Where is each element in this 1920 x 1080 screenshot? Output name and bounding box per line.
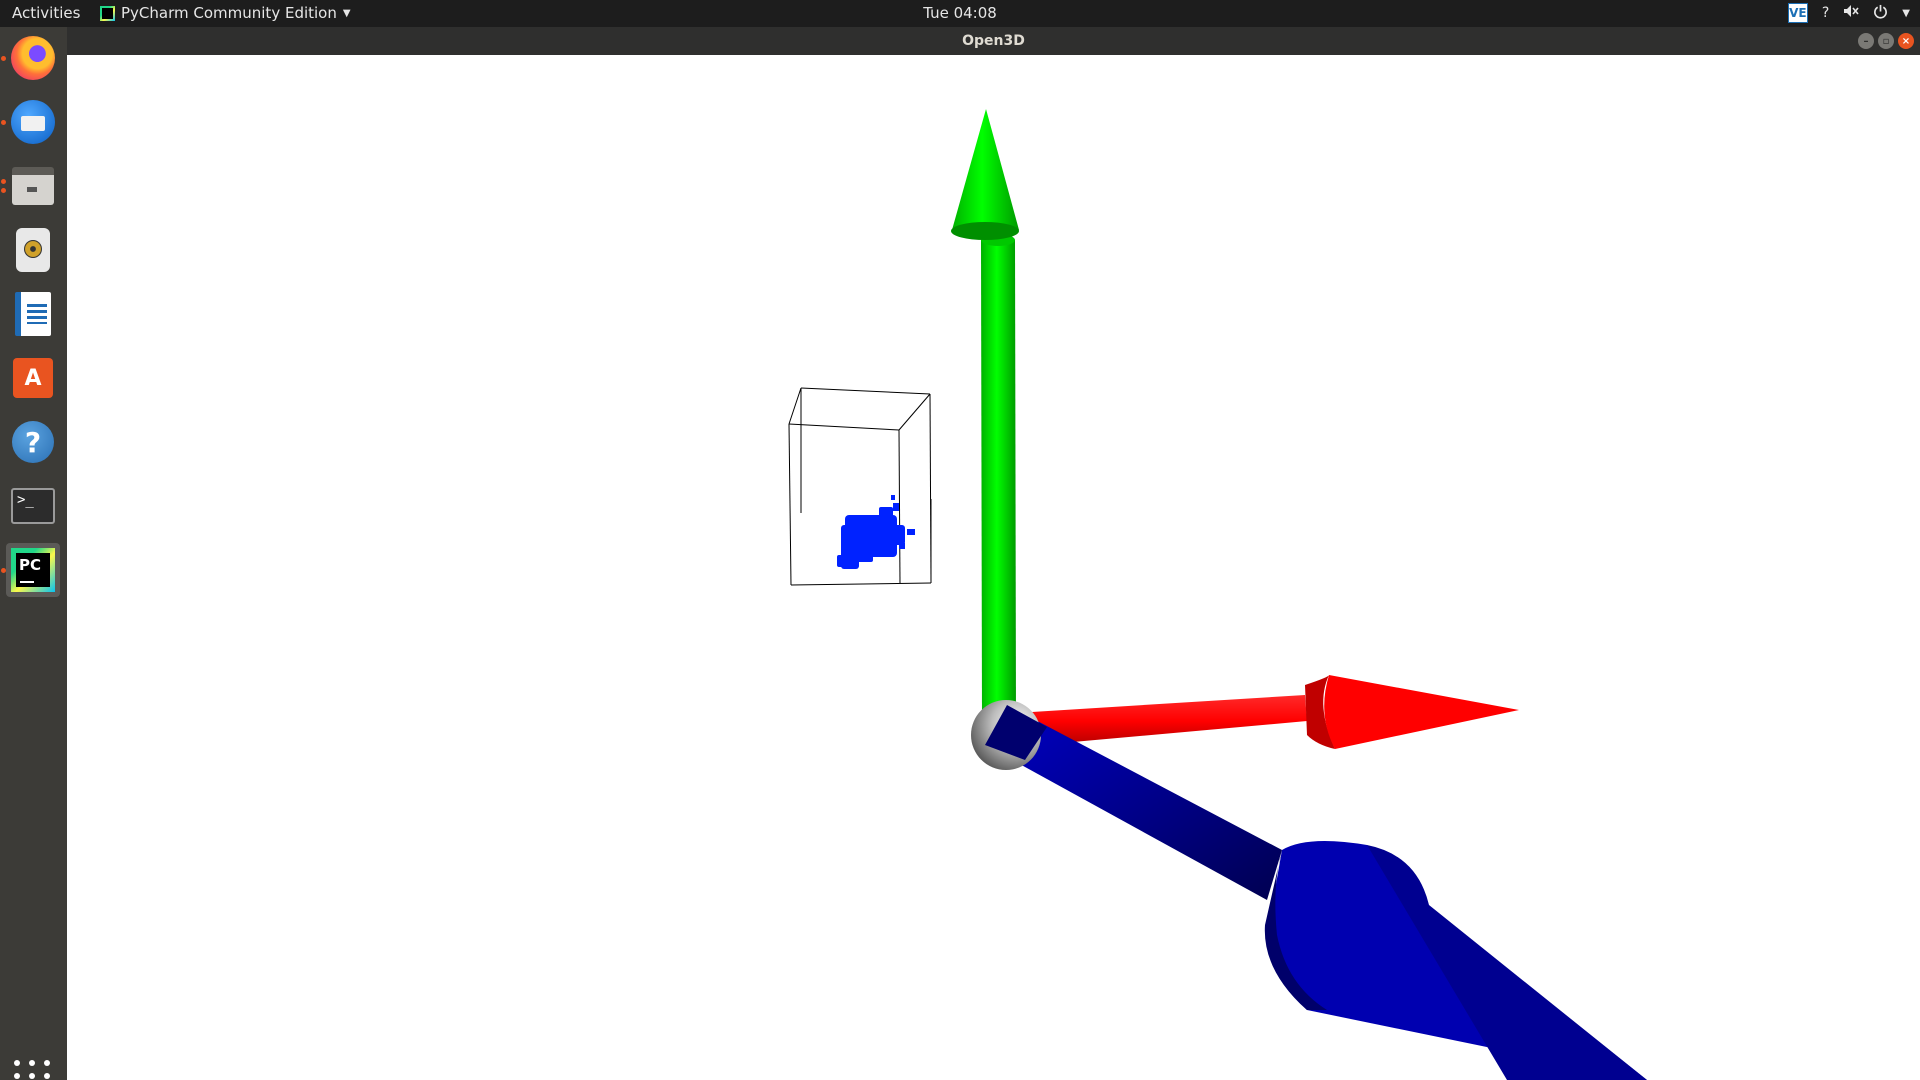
dock-item-software[interactable]: A bbox=[6, 351, 60, 405]
dock-item-pycharm[interactable]: PC bbox=[1, 543, 60, 597]
clock-label[interactable]: Tue 04:08 bbox=[923, 4, 997, 22]
pycharm-icon-label: PC bbox=[16, 553, 50, 587]
software-store-icon: A bbox=[13, 358, 53, 398]
x-axis-arrow bbox=[1015, 675, 1519, 749]
open3d-viewport[interactable] bbox=[67, 55, 1920, 1080]
volume-muted-icon[interactable] bbox=[1843, 4, 1859, 22]
running-indicator bbox=[1, 188, 6, 193]
power-icon[interactable] bbox=[1873, 4, 1888, 23]
maximize-button[interactable]: ▫ bbox=[1878, 33, 1894, 49]
app-menu[interactable]: PyCharm Community Edition ▼ bbox=[100, 4, 351, 22]
running-indicator bbox=[1, 120, 6, 125]
window-title-bar[interactable]: Open3D – ▫ × bbox=[67, 27, 1920, 55]
activities-button[interactable]: Activities bbox=[12, 4, 80, 22]
chevron-down-icon: ▼ bbox=[342, 7, 351, 19]
top-bar: Activities PyCharm Community Edition ▼ T… bbox=[0, 0, 1920, 27]
mail-icon bbox=[11, 100, 55, 144]
dock-item-terminal[interactable]: >_ bbox=[6, 479, 60, 533]
help-icon: ? bbox=[12, 421, 54, 463]
scene-canvas[interactable] bbox=[67, 55, 1920, 1080]
minimize-button[interactable]: – bbox=[1858, 33, 1874, 49]
show-applications-button[interactable] bbox=[14, 1057, 52, 1080]
music-icon bbox=[16, 228, 50, 272]
terminal-icon: >_ bbox=[11, 488, 55, 524]
close-button[interactable]: × bbox=[1898, 33, 1914, 49]
system-tray[interactable]: VE ? ▼ bbox=[1787, 3, 1910, 23]
z-axis-arrow bbox=[985, 705, 1647, 1080]
running-indicator bbox=[1, 56, 6, 61]
dock-item-files[interactable] bbox=[1, 159, 60, 213]
pycharm-icon bbox=[100, 5, 115, 21]
window-controls: – ▫ × bbox=[1858, 33, 1914, 49]
writer-icon bbox=[15, 292, 51, 336]
dock-item-help[interactable]: ? bbox=[6, 415, 60, 469]
dock: A ? >_ PC bbox=[0, 27, 67, 1080]
firefox-icon bbox=[11, 36, 55, 80]
window-title: Open3D bbox=[962, 33, 1025, 49]
running-indicator bbox=[1, 568, 6, 573]
point-cloud bbox=[837, 495, 915, 569]
y-axis-arrow bbox=[951, 109, 1019, 725]
files-icon bbox=[12, 167, 54, 205]
help-icon[interactable]: ? bbox=[1822, 5, 1829, 21]
vmware-icon[interactable]: VE bbox=[1787, 3, 1808, 23]
dock-item-thunderbird[interactable] bbox=[1, 95, 60, 149]
chevron-down-icon[interactable]: ▼ bbox=[1902, 8, 1910, 19]
pycharm-icon: PC bbox=[11, 548, 55, 592]
dock-item-firefox[interactable] bbox=[1, 31, 60, 85]
dock-item-rhythmbox[interactable] bbox=[6, 223, 60, 277]
app-menu-label: PyCharm Community Edition bbox=[121, 4, 337, 22]
dock-item-writer[interactable] bbox=[6, 287, 60, 341]
running-indicator bbox=[1, 179, 6, 184]
